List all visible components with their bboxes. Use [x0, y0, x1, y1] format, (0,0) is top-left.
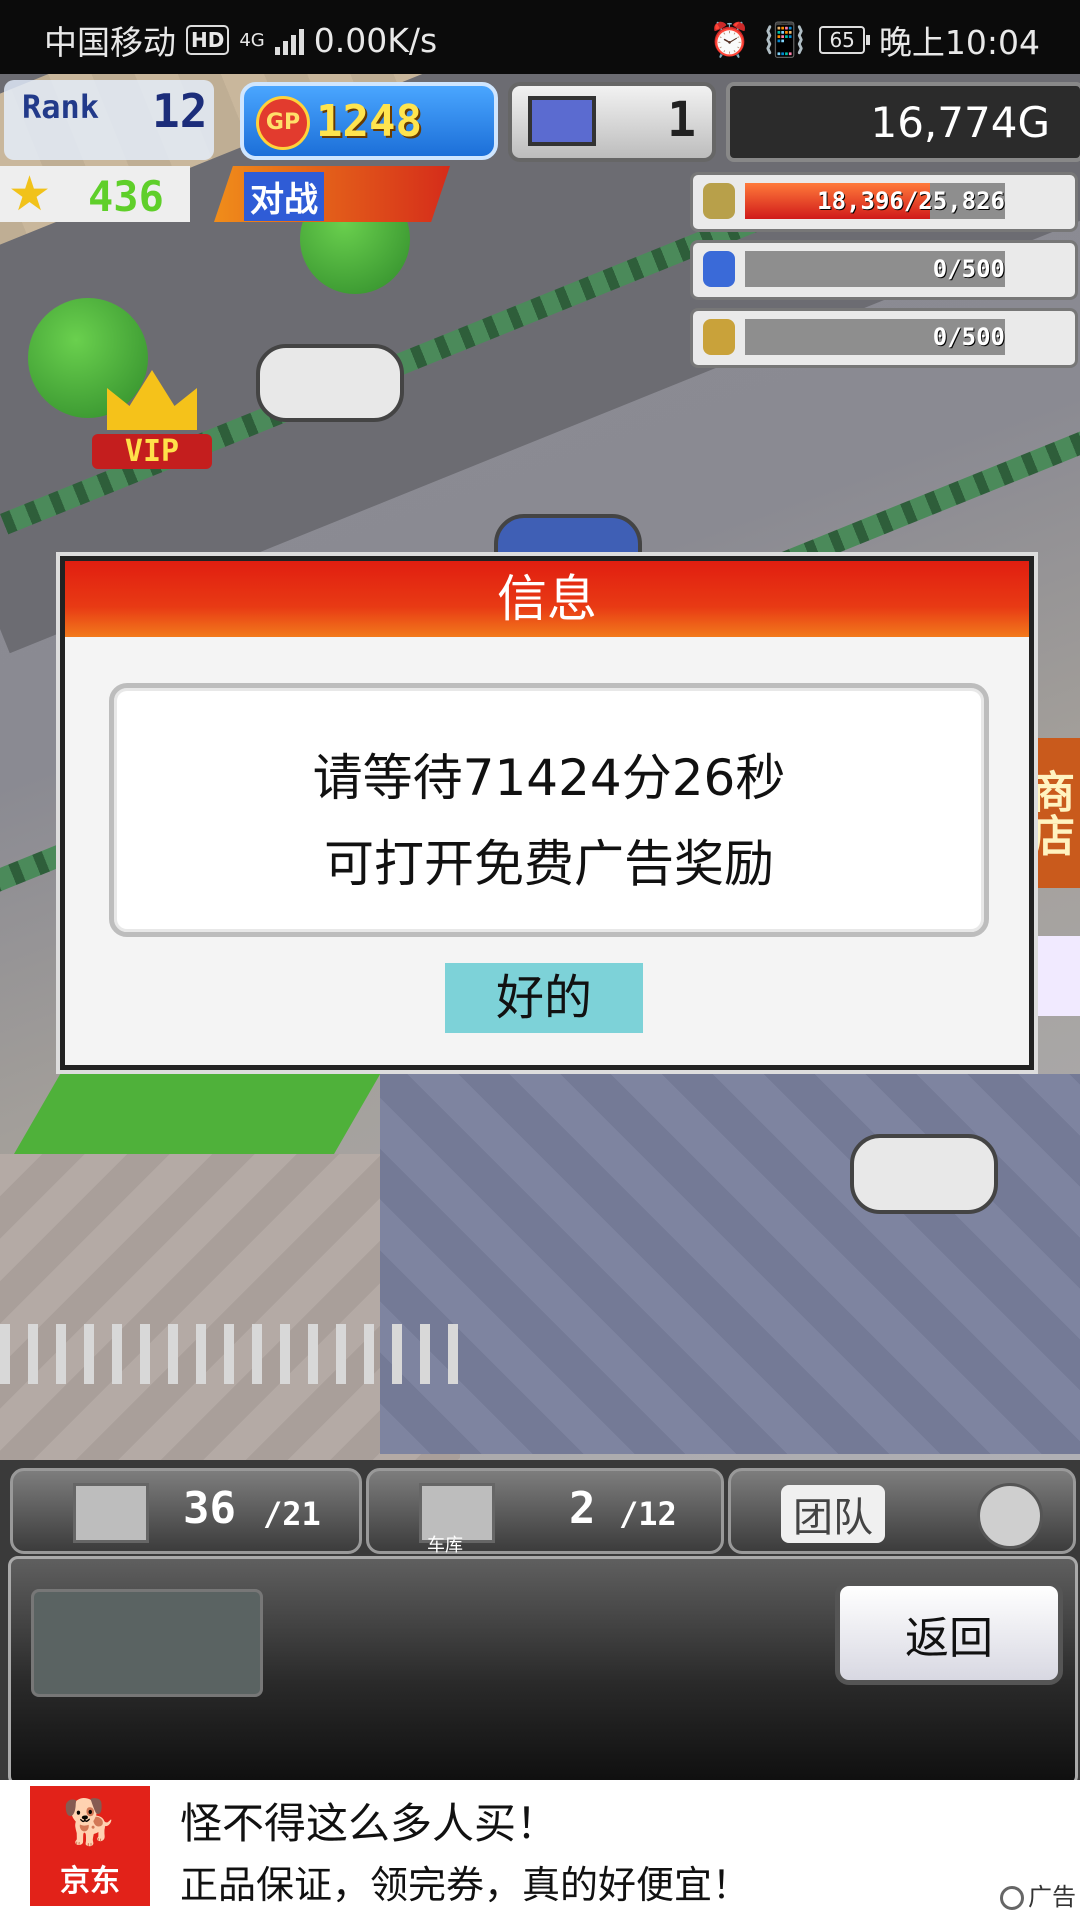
garage-capacity: /12 — [619, 1495, 677, 1533]
money-value: 16,774G — [870, 98, 1050, 147]
car — [256, 344, 404, 422]
storage-slot[interactable]: 36 /21 — [10, 1468, 362, 1554]
ad-badge[interactable]: 广告 — [1000, 1877, 1076, 1912]
signal-icon — [274, 25, 304, 55]
battery-icon: 65 — [819, 26, 871, 54]
resource-bar-coins[interactable]: 18,396/25,826 — [690, 172, 1078, 232]
coin-stack-icon — [703, 183, 735, 219]
bottom-bar: 36 /21 车库 2 /12 团队 返回 — [0, 1460, 1080, 1786]
gp-value: 1248 — [316, 96, 422, 147]
computer-icon — [528, 96, 596, 146]
jd-dog-icon: 🐕 — [62, 1797, 118, 1848]
resource-text: 18,396/25,826 — [817, 187, 1005, 215]
rank-label: Rank — [22, 88, 100, 126]
dialog-message-box: 请等待71424分26秒 可打开免费广告奖励 — [109, 683, 989, 937]
carrier-name: 中国移动 — [44, 23, 176, 62]
back-button[interactable]: 返回 — [835, 1581, 1063, 1685]
garage-floor — [380, 1074, 1080, 1454]
computer-value: 1 — [667, 92, 696, 148]
ad-brand: 京东 — [60, 1864, 120, 1899]
resource-text: 0/500 — [932, 323, 1005, 351]
info-dialog: 信息 请等待71424分26秒 可打开免费广告奖励 好的 — [60, 556, 1034, 1070]
star-icon: ★ — [8, 166, 52, 222]
empty-slot-panel — [31, 1589, 263, 1697]
star-panel[interactable]: ★ 436 — [0, 166, 190, 222]
star-value: 436 — [88, 172, 164, 221]
storage-capacity: /21 — [263, 1495, 321, 1533]
bottom-panel: 返回 — [8, 1556, 1078, 1786]
money-panel: 16,774G — [726, 82, 1080, 162]
garage-slot[interactable]: 车库 2 /12 — [366, 1468, 724, 1556]
crown-icon — [107, 370, 197, 430]
ad-headline: 怪不得这么多人买！ — [180, 1799, 559, 1848]
network-speed: 0.00K/s — [313, 20, 438, 60]
garage-count: 2 — [569, 1483, 596, 1534]
dialog-message-line2: 可打开免费广告奖励 — [324, 835, 774, 893]
hud: Rank 12 GP 1248 1 16,774G ★ 436 对战 18,39… — [0, 74, 1080, 368]
display-car[interactable] — [850, 1134, 998, 1214]
ad-badge-label: 广告 — [1028, 1883, 1076, 1911]
dialog-title: 信息 — [65, 561, 1029, 637]
resource-text: 0/500 — [932, 255, 1005, 283]
vip-label: VIP — [92, 434, 212, 469]
team-avatar-icon — [977, 1483, 1043, 1549]
ad-info-icon — [1000, 1886, 1024, 1910]
vip-badge[interactable]: VIP — [92, 370, 212, 480]
network-type: 4G — [239, 29, 265, 51]
wheat-icon — [703, 319, 735, 355]
garage-label: 车库 — [427, 1535, 463, 1556]
hd-icon: HD — [186, 25, 230, 55]
resource-bar-wheat[interactable]: 0/500 — [690, 308, 1078, 368]
team-slot[interactable]: 团队 — [728, 1468, 1076, 1554]
rank-value: 12 — [152, 84, 208, 138]
resource-bar-fuel[interactable]: 0/500 — [690, 240, 1078, 300]
crate-icon — [73, 1483, 149, 1543]
computer-panel[interactable]: 1 — [508, 82, 716, 162]
dialog-message-line1: 请等待71424分26秒 — [312, 749, 786, 807]
clock: 晚上10:04 — [878, 23, 1040, 62]
ad-subline: 正品保证，领完券，真的好便宜！ — [180, 1863, 751, 1907]
gp-panel[interactable]: GP 1248 — [240, 82, 498, 160]
battle-button[interactable]: 对战 — [214, 166, 450, 222]
vibrate-icon: 📳 — [764, 20, 806, 59]
fence — [0, 1324, 460, 1384]
gp-coin-icon: GP — [256, 96, 310, 150]
battle-label: 对战 — [244, 172, 324, 221]
ad-banner[interactable]: 🐕 京东 怪不得这么多人买！ 正品保证，领完券，真的好便宜！ 广告 — [0, 1780, 1080, 1920]
team-label: 团队 — [781, 1485, 885, 1543]
rank-panel[interactable]: Rank 12 — [4, 80, 214, 160]
storage-count: 36 — [183, 1483, 236, 1534]
jd-logo: 🐕 京东 — [30, 1786, 150, 1906]
status-bar: 中国移动 HD 4G 0.00K/s ⏰ 📳 65 晚上10:04 — [0, 0, 1080, 74]
fuel-bottle-icon — [703, 251, 735, 287]
ok-button[interactable]: 好的 — [445, 963, 643, 1033]
alarm-icon: ⏰ — [709, 20, 751, 59]
